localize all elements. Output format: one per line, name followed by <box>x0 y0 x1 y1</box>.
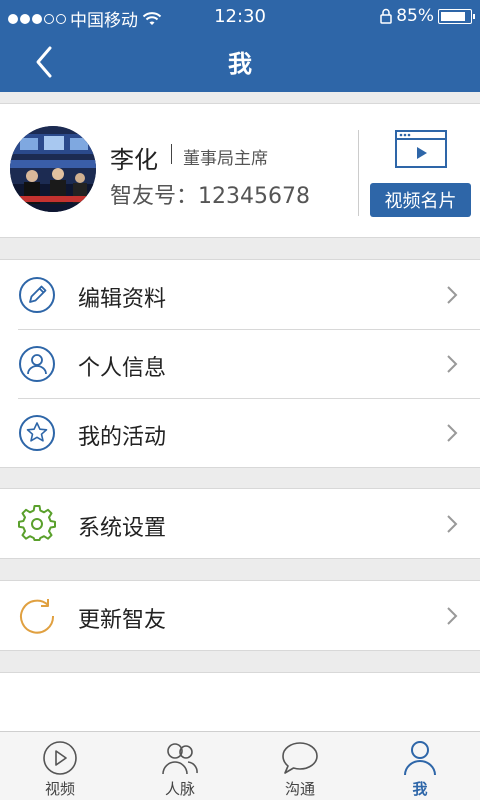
user-role: 董事局主席 <box>183 149 268 169</box>
user-id: 智友号：12345678 <box>110 184 310 209</box>
status-bar: 中国移动 12:30 85% <box>0 0 480 32</box>
chevron-right-icon <box>447 286 458 304</box>
battery-fill <box>441 11 465 21</box>
battery-icon <box>438 8 475 24</box>
profile-divider <box>358 130 359 216</box>
status-right: 85% <box>380 6 475 26</box>
tab-label: 我 <box>412 780 428 798</box>
menu-group-profile: 编辑资料 个人信息 我的活动 <box>0 259 480 468</box>
edit-icon <box>19 277 55 313</box>
menu-item-system-settings[interactable]: 系统设置 <box>0 489 480 558</box>
menu-item-label: 系统设置 <box>78 516 167 541</box>
battery-percent: 85% <box>396 6 434 26</box>
menu-item-update-zhiyou[interactable]: 更新智友 <box>0 581 480 650</box>
menu-group-settings: 系统设置 <box>0 488 480 559</box>
tab-chat[interactable]: 沟通 <box>240 732 360 800</box>
tab-video[interactable]: 视频 <box>0 732 120 800</box>
user-icon <box>19 346 55 382</box>
tab-label: 视频 <box>44 780 75 798</box>
person-icon <box>404 741 436 776</box>
chevron-right-icon <box>447 355 458 373</box>
blank-area <box>0 672 480 731</box>
menu-item-label: 个人信息 <box>78 356 167 381</box>
menu-item-label: 编辑资料 <box>78 287 167 312</box>
tab-me[interactable]: 我 <box>360 732 480 800</box>
tab-bar: 视频 人脉 沟通 我 <box>0 731 480 800</box>
menu-group-update: 更新智友 <box>0 580 480 651</box>
chevron-right-icon <box>447 515 458 533</box>
lock-icon <box>380 8 392 24</box>
gear-icon <box>18 505 56 541</box>
chevron-right-icon <box>447 607 458 625</box>
chat-icon <box>282 742 318 774</box>
menu-item-my-activities[interactable]: 我的活动 <box>0 398 480 467</box>
tab-contacts[interactable]: 人脉 <box>120 732 240 800</box>
tab-label: 沟通 <box>284 780 315 798</box>
tab-label: 人脉 <box>164 780 195 798</box>
profile-card[interactable]: 李化 董事局主席 智友号：12345678 视频名片 <box>0 103 480 238</box>
refresh-icon <box>20 599 55 634</box>
app-header: 中国移动 12:30 85% 我 <box>0 0 480 92</box>
video-card-icon[interactable] <box>395 130 447 170</box>
avatar[interactable] <box>10 126 96 212</box>
nav-bar: 我 <box>0 32 480 92</box>
page-title: 我 <box>228 50 252 78</box>
menu-item-label: 我的活动 <box>78 425 167 450</box>
menu-item-edit-profile[interactable]: 编辑资料 <box>0 260 480 329</box>
chevron-right-icon <box>447 424 458 442</box>
play-icon <box>43 741 77 775</box>
contacts-icon <box>162 743 198 775</box>
menu-item-label: 更新智友 <box>78 608 167 633</box>
user-name: 李化 <box>110 146 158 174</box>
video-card-button[interactable]: 视频名片 <box>370 183 471 217</box>
name-role-separator <box>171 144 172 164</box>
star-icon <box>19 415 55 451</box>
menu-item-personal-info[interactable]: 个人信息 <box>0 329 480 398</box>
